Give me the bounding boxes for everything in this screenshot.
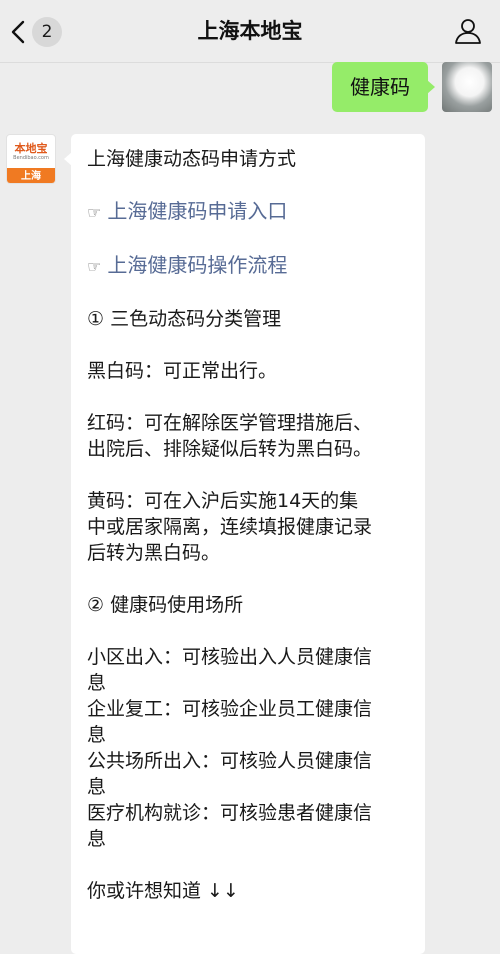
message-title: 上海健康动态码申请方式 — [87, 148, 297, 170]
avatar-logo-name: 本地宝 — [14, 141, 48, 155]
outgoing-message[interactable]: 健康码 — [332, 62, 435, 112]
apply-entry-link[interactable]: ☞ 上海健康码申请入口 — [87, 198, 411, 226]
yellow-code-text: 中或居家隔离，连续填报健康记录 — [87, 516, 373, 538]
red-code-text: 出院后、排除疑似后转为黑白码。 — [87, 438, 373, 460]
black-white-code-text: 黑白码：可正常出行。 — [87, 360, 278, 382]
usage-text: 息 — [87, 672, 107, 694]
person-icon[interactable] — [454, 17, 482, 45]
pointing-hand-icon: ☞ — [87, 203, 102, 222]
yellow-code-text: 黄码：可在入沪后实施14天的集 — [87, 490, 359, 512]
chat-header: 2 上海本地宝 — [0, 0, 500, 63]
more-info-text: 你或许想知道 ↓↓ — [87, 880, 239, 902]
avatar-logo-url: Bendibao.com — [13, 154, 49, 161]
usage-text: 息 — [87, 724, 107, 746]
section-heading: ① 三色动态码分类管理 — [87, 308, 282, 330]
usage-text: 医疗机构就诊：可核验患者健康信 — [87, 802, 373, 824]
usage-text: 公共场所出入：可核验人员健康信 — [87, 750, 373, 772]
usage-text: 企业复工：可核验企业员工健康信 — [87, 698, 373, 720]
yellow-code-text: 后转为黑白码。 — [87, 542, 221, 564]
sender-avatar[interactable]: 本地宝 Bendibao.com 上海 — [6, 134, 56, 184]
link-label: 上海健康码申请入口 — [107, 199, 288, 223]
section-heading: ② 健康码使用场所 — [87, 594, 244, 616]
red-code-text: 红码：可在解除医学管理措施后、 — [87, 412, 373, 434]
my-avatar[interactable] — [442, 62, 492, 112]
operation-flow-link[interactable]: ☞ 上海健康码操作流程 — [87, 252, 411, 280]
chevron-left-icon — [11, 20, 25, 44]
back-button[interactable]: 2 — [10, 14, 70, 50]
pointing-hand-icon: ☞ — [87, 257, 102, 276]
link-label: 上海健康码操作流程 — [107, 253, 288, 277]
unread-count-badge: 2 — [32, 17, 62, 47]
avatar-logo-city: 上海 — [7, 168, 55, 183]
usage-text: 小区出入：可核验出入人员健康信 — [87, 646, 373, 668]
incoming-message[interactable]: 上海健康动态码申请方式 ☞ 上海健康码申请入口 ☞ 上海健康码操作流程 ① 三色动态… — [64, 134, 425, 954]
chat-title: 上海本地宝 — [197, 19, 303, 43]
usage-text: 息 — [87, 776, 107, 798]
usage-text: 息 — [87, 828, 107, 850]
